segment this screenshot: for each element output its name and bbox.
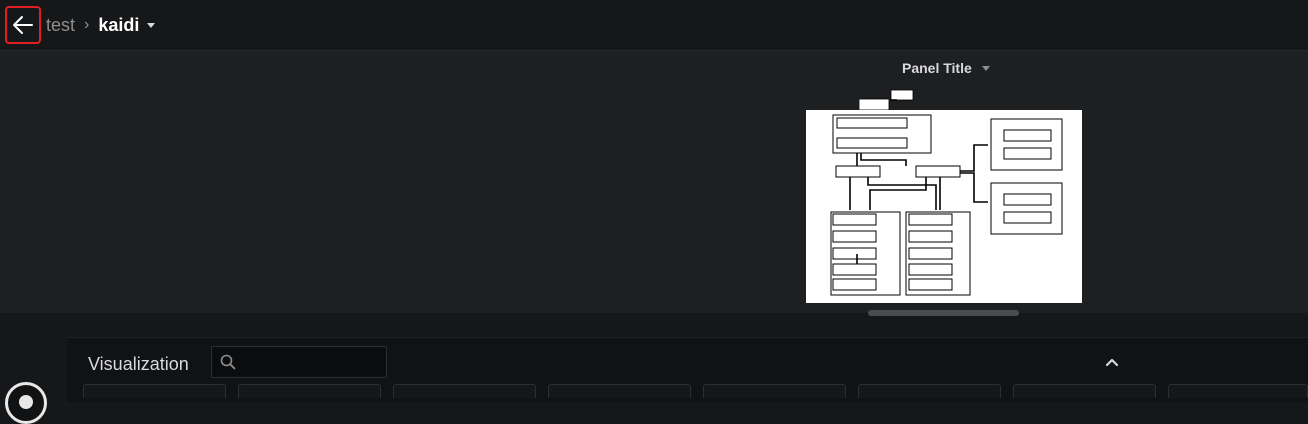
- breadcrumb-folder[interactable]: test: [46, 15, 75, 36]
- search-input[interactable]: [242, 353, 376, 371]
- query-tab-icon[interactable]: [5, 382, 47, 424]
- visualization-card[interactable]: [1013, 384, 1156, 398]
- visualization-label: Visualization: [88, 354, 189, 374]
- visualization-search-box[interactable]: [211, 346, 387, 378]
- visualization-card[interactable]: [858, 384, 1001, 398]
- visualization-card[interactable]: [703, 384, 846, 398]
- visualization-card[interactable]: [238, 384, 381, 398]
- top-navbar: test › kaidi: [0, 0, 1308, 50]
- caret-down-icon: [981, 65, 990, 71]
- breadcrumb: test › kaidi: [46, 13, 156, 37]
- dashboard-title[interactable]: kaidi: [98, 15, 139, 36]
- horizontal-scrollbar[interactable]: [868, 310, 1019, 316]
- visualization-card[interactable]: [548, 384, 691, 398]
- panel-preview: Panel Title: [0, 50, 1308, 316]
- visualization-card[interactable]: [83, 384, 226, 398]
- panel-title: Panel Title: [902, 60, 972, 76]
- diagram-image-tag: [859, 89, 914, 111]
- collapse-button[interactable]: [1102, 352, 1122, 372]
- chevron-up-icon: [1105, 358, 1119, 367]
- visualization-card[interactable]: [1168, 384, 1308, 398]
- visualization-card[interactable]: [393, 384, 536, 398]
- database-icon: [19, 395, 33, 409]
- panel-title-menu[interactable]: Panel Title: [902, 60, 990, 76]
- architecture-diagram: [806, 110, 1082, 303]
- caret-down-icon[interactable]: [147, 22, 156, 28]
- visualization-picker: Visualization: [67, 337, 1308, 402]
- arrow-left-icon: [13, 16, 33, 34]
- back-button[interactable]: [5, 6, 41, 44]
- breadcrumb-separator: ›: [84, 16, 90, 33]
- search-icon: [220, 354, 236, 370]
